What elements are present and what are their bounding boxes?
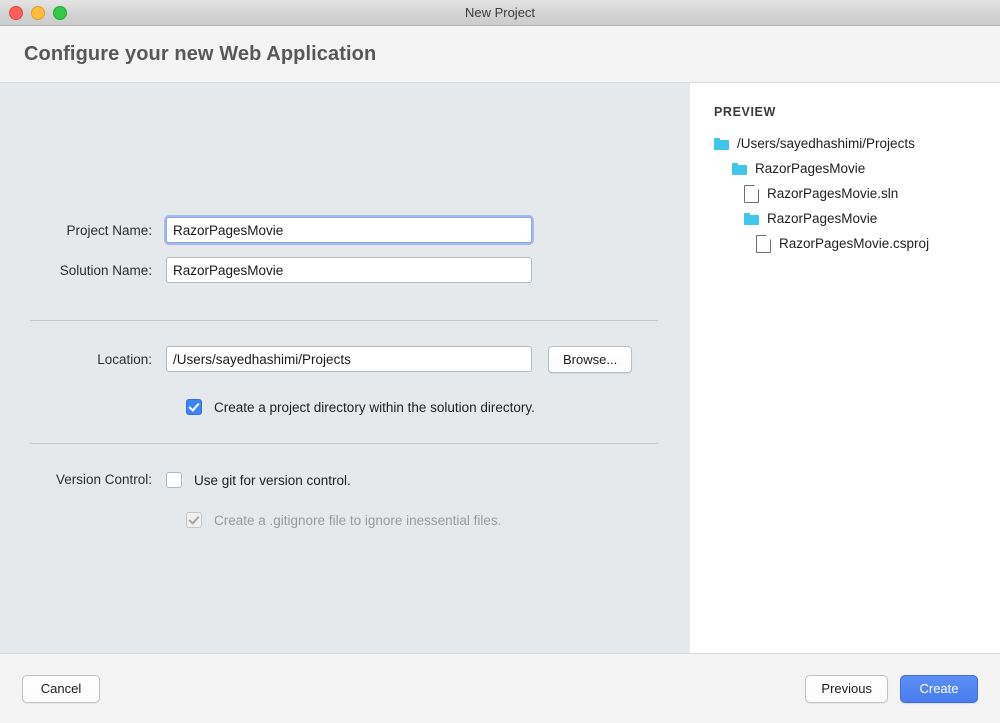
spacer-between-git-checkboxes [0,492,690,508]
previous-button[interactable]: Previous [805,675,888,703]
page-title: Configure your new Web Application [24,43,376,66]
solution-name-row: Solution Name: [0,256,690,284]
configuration-pane: Project Name: Solution Name: Location: B… [0,83,690,653]
preview-tree: /Users/sayedhashimi/Projects RazorPagesM… [714,131,1000,256]
spacer-above-divider-2 [0,419,690,443]
title-bar: New Project [0,0,1000,26]
browse-button[interactable]: Browse... [548,346,632,373]
new-project-dialog: New Project Configure your new Web Appli… [0,0,1000,723]
tree-item-folder-project[interactable]: RazorPagesMovie [744,206,1000,231]
folder-icon [714,138,729,150]
tree-item-label: /Users/sayedhashimi/Projects [737,136,915,151]
location-label: Location: [0,352,166,367]
tree-item-file-sln[interactable]: RazorPagesMovie.sln [744,181,1000,206]
spacer-location-checkbox [0,385,690,395]
create-project-directory-row[interactable]: Create a project directory within the so… [0,395,690,419]
create-gitignore-label: Create a .gitignore file to ignore iness… [214,513,501,528]
create-button[interactable]: Create [900,675,978,703]
maximize-window-button[interactable] [53,6,67,20]
preview-heading: PREVIEW [714,105,1000,119]
dialog-header: Configure your new Web Application [0,26,1000,83]
spacer-below-divider-1 [0,321,690,345]
use-git-label: Use git for version control. [194,473,351,488]
dialog-footer: Cancel Previous Create [0,653,1000,723]
create-gitignore-checkbox [186,512,202,528]
create-project-directory-label: Create a project directory within the so… [214,400,535,415]
spacer-below-divider-2 [0,444,690,468]
tree-item-label: RazorPagesMovie [755,161,865,176]
location-row: Location: Browse... [0,345,690,373]
create-gitignore-row: Create a .gitignore file to ignore iness… [0,508,690,532]
dialog-body: Project Name: Solution Name: Location: B… [0,83,1000,653]
tree-item-file-csproj[interactable]: RazorPagesMovie.csproj [756,231,1000,256]
window-title: New Project [465,5,535,20]
version-control-label: Version Control: [0,468,166,492]
project-name-row: Project Name: [0,216,690,244]
solution-name-label: Solution Name: [0,263,166,278]
tree-item-folder-root[interactable]: /Users/sayedhashimi/Projects [714,131,1000,156]
use-git-row[interactable]: Version Control: Use git for version con… [0,468,690,492]
create-project-directory-checkbox[interactable] [186,399,202,415]
project-name-input[interactable] [166,217,532,243]
cancel-button[interactable]: Cancel [22,675,100,703]
tree-item-label: RazorPagesMovie.sln [767,186,898,201]
file-icon [744,185,759,203]
tree-item-folder-solution[interactable]: RazorPagesMovie [732,156,1000,181]
window-controls [9,0,67,25]
file-icon [756,235,771,253]
tree-item-label: RazorPagesMovie.csproj [779,236,929,251]
location-input[interactable] [166,346,532,372]
spacer-above-divider-1 [0,296,690,320]
minimize-window-button[interactable] [31,6,45,20]
project-form: Project Name: Solution Name: Location: B… [0,216,690,532]
project-name-label: Project Name: [0,223,166,238]
use-git-checkbox[interactable] [166,472,182,488]
footer-action-buttons: Previous Create [805,675,978,703]
solution-name-input[interactable] [166,257,532,283]
folder-icon [744,213,759,225]
close-window-button[interactable] [9,6,23,20]
preview-pane: PREVIEW /Users/sayedhashimi/Projects Raz… [690,83,1000,653]
tree-item-label: RazorPagesMovie [767,211,877,226]
folder-icon [732,163,747,175]
